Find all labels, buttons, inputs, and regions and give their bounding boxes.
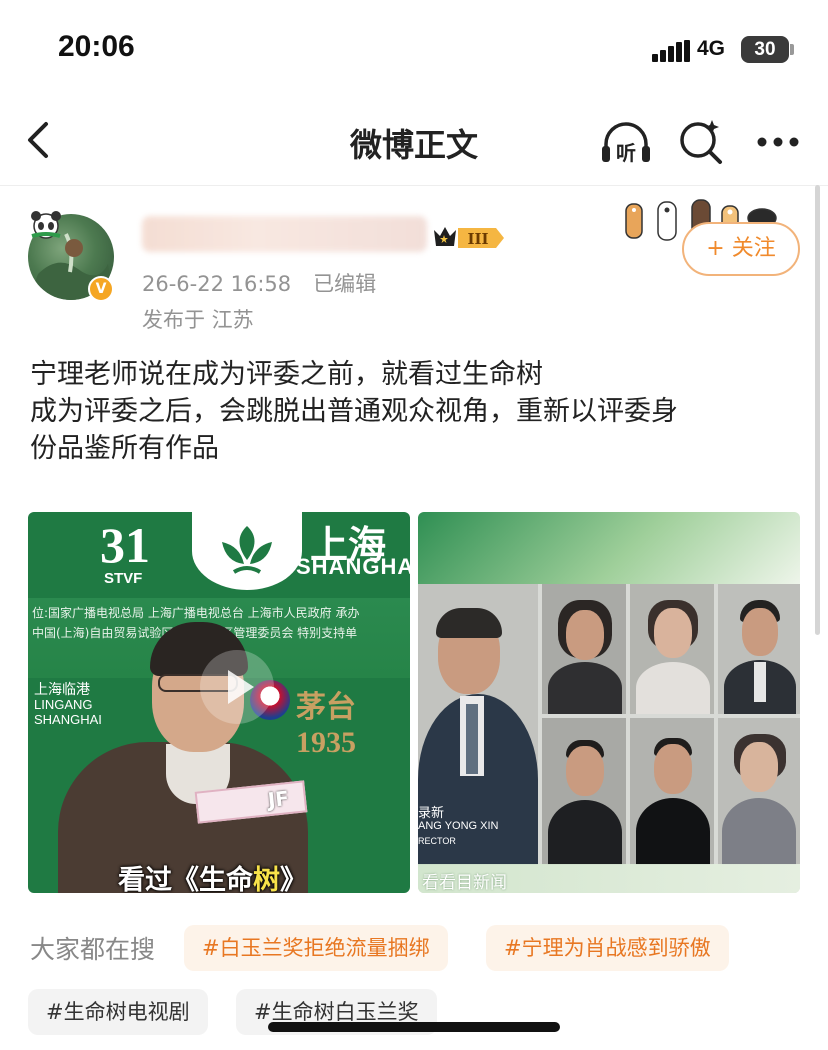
verified-badge: V [88, 276, 114, 302]
director-role: RECTOR [418, 836, 456, 846]
search-icon [680, 120, 722, 164]
lingang-line: LINGANG [34, 697, 93, 712]
lingang-logo: 上海临港 LINGANG SHANGHAI [34, 681, 102, 728]
trending-search-label: 大家都在搜 [30, 935, 156, 964]
moutai-text: 茅台1935 [296, 691, 356, 759]
news-watermark-bar: 看看目新闻 [418, 864, 800, 893]
more-button[interactable] [752, 116, 804, 168]
panda-decoration-icon [31, 211, 61, 239]
caption-suffix: 》 [280, 865, 307, 893]
festival-logo-number: 31 [100, 517, 150, 573]
post-text-line: 份品鉴所有作品 [30, 433, 219, 464]
search-tag[interactable]: #生命树电视剧 [28, 989, 208, 1035]
jury-portrait [718, 718, 800, 865]
network-type: 4G [697, 37, 726, 60]
battery-tip [790, 44, 794, 55]
level-badge-icon: III [434, 227, 504, 248]
post-timestamp: 26-6-22 16:58 [142, 272, 292, 296]
sponsor-line: 位:国家广播电视总局 上海广播电视总台 上海市人民政府 承办 [32, 606, 360, 620]
magnolia-emblem-icon [192, 512, 302, 590]
author-name-redacted[interactable] [142, 216, 427, 252]
battery-icon: 30 [741, 36, 789, 63]
director-name: 录新 [418, 805, 445, 820]
post-text-line: 成为评委之后，会跳脱出普通观众视角，重新以评委身 [30, 396, 678, 427]
status-bar: 20:06 4G 30 [0, 0, 828, 96]
jury-portrait [542, 718, 626, 865]
green-banner [418, 512, 800, 584]
play-icon [228, 670, 254, 704]
card-text: JF [266, 786, 291, 813]
jury-portrait-main: 录新 ANG YONG XIN RECTOR [418, 584, 538, 865]
post-image-jury[interactable]: 录新 ANG YONG XIN RECTOR 看看目新闻 [418, 512, 800, 893]
post-text: 宁理老师说在成为评委之前，就看过生命树 成为评委之后，会跳脱出普通观众视角，重新… [30, 356, 805, 467]
signal-icon [652, 40, 690, 62]
post-text-line: 宁理老师说在成为评委之前，就看过生命树 [30, 359, 543, 390]
jury-grid: 录新 ANG YONG XIN RECTOR [418, 584, 800, 893]
post-location: 发布于 江苏 [142, 308, 254, 332]
jury-portrait [542, 584, 626, 714]
lingang-line: 上海临港 [34, 681, 90, 697]
video-caption: 看过《生命树》 [118, 858, 307, 893]
director-name-en: ANG YONG XIN [418, 820, 499, 832]
listen-button[interactable]: 听 [598, 116, 650, 168]
edited-label[interactable]: 已编辑 [313, 272, 376, 296]
listen-label: 听 [616, 141, 636, 165]
hot-search-tag[interactable]: #宁理为肖战感到骄傲 [486, 925, 729, 971]
city-name-en: SHANGHAI [296, 554, 410, 579]
author-avatar-area[interactable]: V [26, 206, 116, 306]
play-button[interactable] [200, 650, 274, 724]
search-button[interactable] [676, 116, 728, 168]
festival-logo-abbr: STVF [104, 570, 143, 587]
nav-bar: 微博正文 听 [0, 96, 828, 186]
more-icon [757, 137, 799, 147]
headphones-icon: 听 [602, 122, 650, 165]
level-label: III [467, 230, 488, 248]
caption-prefix: 看过《生命 [118, 865, 253, 893]
caption-highlight: 树 [253, 865, 280, 893]
news-watermark-text: 看看目新闻 [422, 873, 507, 893]
jury-portrait [630, 718, 714, 865]
post-meta: 26-6-22 16:58 已编辑 [142, 268, 376, 298]
home-indicator[interactable] [268, 1022, 560, 1032]
scrollbar[interactable] [815, 185, 820, 635]
hot-search-tag[interactable]: #白玉兰奖拒绝流量捆绑 [184, 925, 448, 971]
post-video-thumbnail[interactable]: 31 STVF 上海 SHANGHAI 位:国家广播电视总局 上海广播电视总台 … [28, 512, 410, 893]
lingang-line: SHANGHAI [34, 712, 102, 727]
status-time: 20:06 [58, 30, 135, 63]
follow-button[interactable]: + 关注 [682, 222, 800, 276]
jury-portrait [630, 584, 714, 714]
jury-portrait [718, 584, 800, 714]
